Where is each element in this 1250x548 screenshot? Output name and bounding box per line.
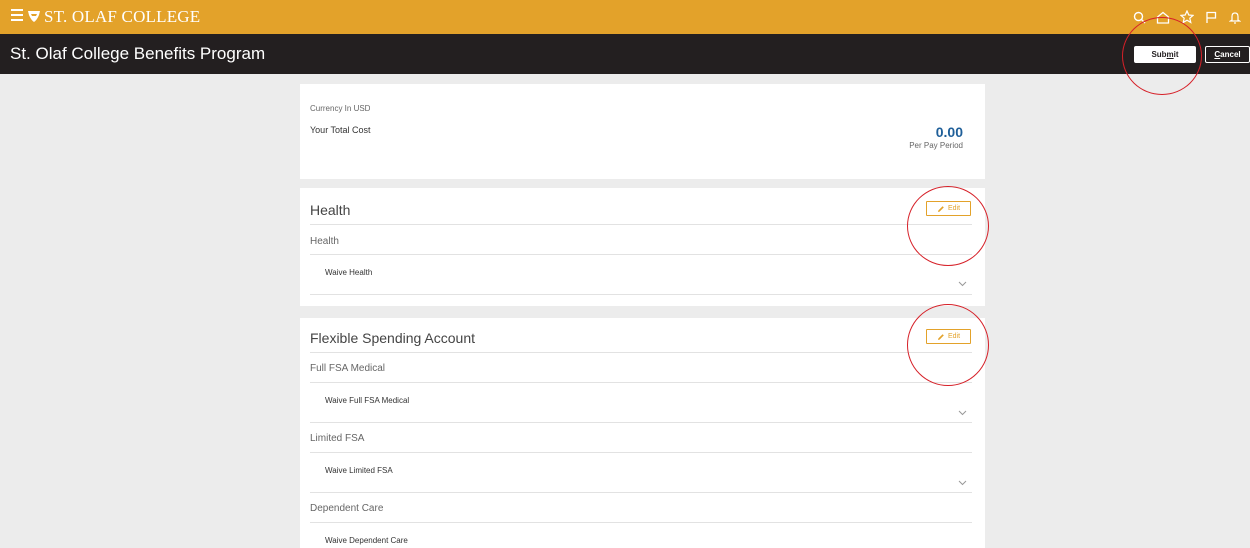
total-cost-label: Your Total Cost <box>310 125 371 135</box>
annotation-circle-health-edit <box>907 186 989 266</box>
fsa-section-title: Flexible Spending Account <box>310 330 475 346</box>
full-fsa-medical-label: Full FSA Medical <box>310 363 386 374</box>
divider <box>310 352 972 353</box>
divider <box>310 294 972 295</box>
chevron-down-icon[interactable] <box>958 480 967 486</box>
limited-fsa-label: Limited FSA <box>310 433 365 444</box>
college-shield-icon <box>28 11 40 22</box>
college-logo[interactable]: ST. OLAF COLLEGE <box>44 8 200 26</box>
annotation-circle-submit <box>1122 17 1202 95</box>
divider <box>310 382 972 383</box>
health-section-title: Health <box>310 202 351 218</box>
currency-label: Currency In USD <box>310 104 371 113</box>
divider <box>310 522 972 523</box>
health-section: Health Edit Health Waive Health <box>300 188 985 306</box>
waive-limited-fsa-row: Waive Limited FSA <box>325 466 393 475</box>
health-plan-label: Health <box>310 236 339 247</box>
bell-icon[interactable] <box>1226 8 1244 26</box>
cancel-label-end: ancel <box>1220 50 1241 59</box>
logo-college: COLLEGE <box>121 7 201 26</box>
total-cost-card: Currency In USD Your Total Cost 0.00 Per… <box>300 84 985 179</box>
annotation-circle-fsa-edit <box>907 304 989 386</box>
top-brand-bar: ST. OLAF COLLEGE <box>0 0 1250 34</box>
total-cost-value: 0.00 <box>935 124 963 140</box>
waive-full-fsa-medical-row: Waive Full FSA Medical <box>325 396 410 405</box>
per-pay-period-label: Per Pay Period <box>909 141 963 150</box>
cancel-button[interactable]: Cancel <box>1205 46 1250 63</box>
divider <box>310 224 972 225</box>
chevron-down-icon[interactable] <box>958 410 967 416</box>
chevron-down-icon[interactable] <box>958 281 967 287</box>
page-title: St. Olaf College Benefits Program <box>10 44 266 63</box>
fsa-section: Flexible Spending Account Edit Full FSA … <box>300 318 985 548</box>
dependent-care-label: Dependent Care <box>310 503 384 514</box>
divider <box>310 452 972 453</box>
hamburger-menu-icon[interactable] <box>11 9 23 21</box>
divider <box>310 422 972 423</box>
page-header: St. Olaf College Benefits Program Sub m it… <box>0 34 1250 74</box>
divider <box>310 492 972 493</box>
waive-dependent-care-row: Waive Dependent Care <box>325 536 408 545</box>
logo-st-olaf: ST. OLAF <box>44 7 118 26</box>
waive-health-row: Waive Health <box>325 268 373 277</box>
flag-icon[interactable] <box>1202 8 1220 26</box>
divider <box>310 254 972 255</box>
